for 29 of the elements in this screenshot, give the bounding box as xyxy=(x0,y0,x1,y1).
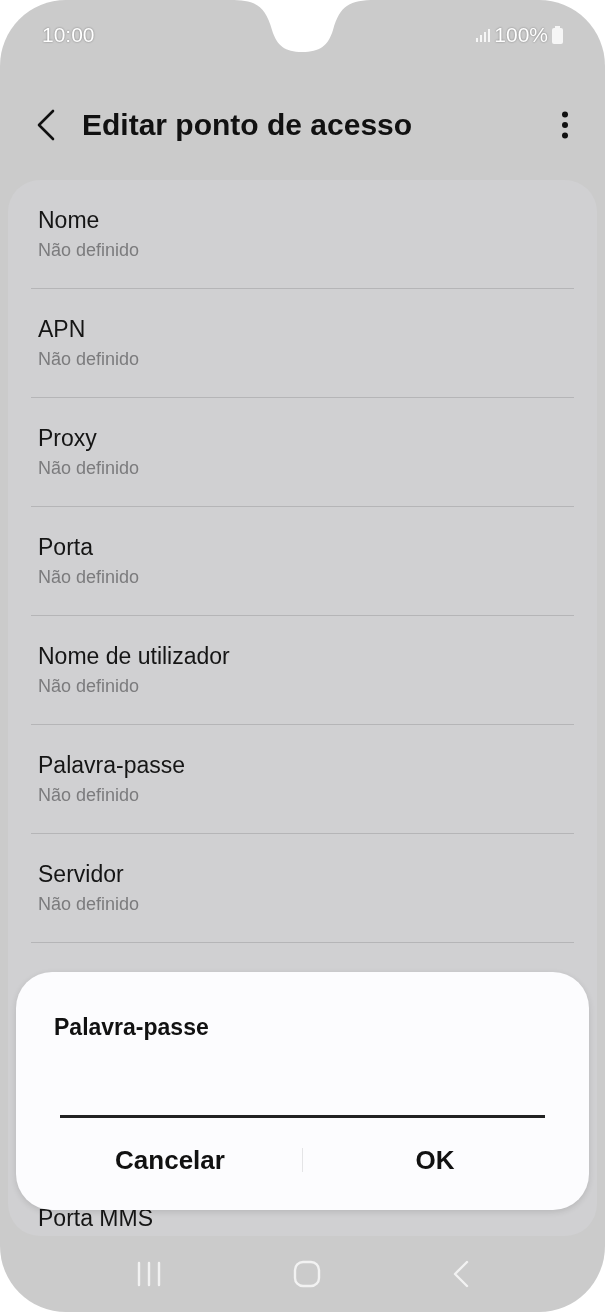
ok-button[interactable]: OK xyxy=(303,1128,567,1192)
setting-value: Não definido xyxy=(38,458,141,479)
more-options-icon[interactable] xyxy=(561,111,569,139)
setting-value: Não definido xyxy=(38,567,141,588)
battery-icon xyxy=(552,26,563,44)
setting-row[interactable]: Nome Não definido xyxy=(31,180,574,289)
setting-row[interactable]: Servidor Não definido xyxy=(31,834,574,943)
signal-icon xyxy=(476,28,491,42)
cancel-button[interactable]: Cancelar xyxy=(38,1128,302,1192)
page-title: Editar ponto de acesso xyxy=(82,108,414,142)
setting-value: Não definido xyxy=(38,785,141,806)
setting-row[interactable]: APN Não definido xyxy=(31,289,574,398)
dialog-title: Palavra-passe xyxy=(54,1014,210,1041)
setting-title: Nome de utilizador xyxy=(38,643,231,670)
setting-title: Nome xyxy=(38,207,101,234)
setting-value: Não definido xyxy=(38,240,141,261)
setting-title: Proxy xyxy=(38,425,98,452)
setting-title: Porta xyxy=(38,534,94,561)
setting-row[interactable]: Proxy Não definido xyxy=(31,398,574,507)
setting-value: Não definido xyxy=(38,676,141,697)
setting-value: Não definido xyxy=(38,349,141,370)
back-icon[interactable] xyxy=(36,109,56,141)
setting-title: Servidor xyxy=(38,861,125,888)
setting-row[interactable]: Palavra-passe Não definido xyxy=(31,725,574,834)
setting-row[interactable]: Nome de utilizador Não definido xyxy=(31,616,574,725)
setting-value: Não definido xyxy=(38,894,141,915)
setting-title: Palavra-passe xyxy=(38,752,187,779)
setting-title: APN xyxy=(38,316,87,343)
setting-row[interactable]: Porta Não definido xyxy=(31,507,574,616)
